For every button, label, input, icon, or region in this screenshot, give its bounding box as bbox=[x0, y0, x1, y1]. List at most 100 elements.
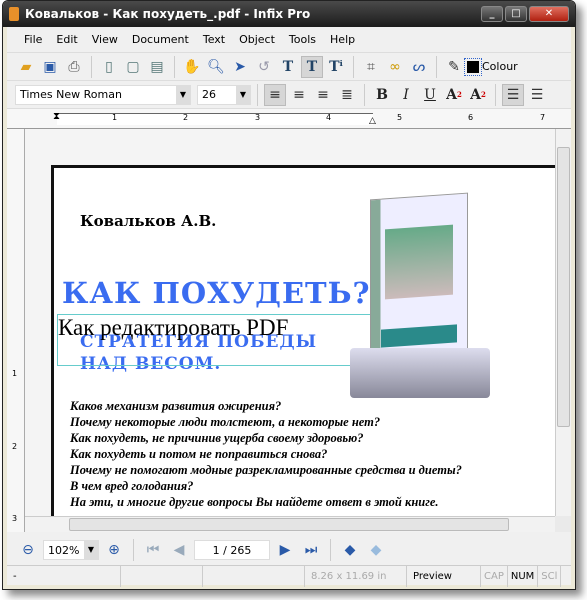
justify-icon[interactable]: ≣ bbox=[336, 84, 358, 106]
eyedropper-icon[interactable]: ✎ bbox=[443, 56, 465, 78]
scroll-thumb[interactable] bbox=[557, 147, 570, 427]
chevron-down-icon[interactable]: ▼ bbox=[84, 541, 98, 559]
edited-text[interactable]: Как редактировать PDF bbox=[58, 315, 288, 341]
page-icon[interactable]: ▢ bbox=[122, 56, 144, 78]
menu-view[interactable]: View bbox=[85, 33, 125, 46]
zoom-in-icon[interactable]: ⊕ bbox=[103, 539, 125, 561]
question-line: Почему некоторые люди толстеют, а некото… bbox=[70, 415, 381, 429]
headline: КАК ПОХУДЕТЬ? bbox=[62, 276, 371, 310]
document-view[interactable]: Ковальков А.В. КАК ПОХУДЕТЬ? СТРАТЕГИЯ П… bbox=[25, 129, 555, 516]
horizontal-scrollbar[interactable] bbox=[25, 516, 555, 532]
menu-edit[interactable]: Edit bbox=[49, 33, 84, 46]
path-icon[interactable]: ᔕ bbox=[408, 56, 430, 78]
next-page-icon[interactable]: ▶ bbox=[274, 539, 296, 561]
previous-page-icon[interactable]: ◀ bbox=[168, 539, 190, 561]
font-value: Times New Roman bbox=[20, 88, 122, 101]
align-right-icon[interactable]: ≡ bbox=[312, 84, 334, 106]
page-size: 8.26 x 11.69 in bbox=[305, 566, 407, 587]
ruler-label: 1 bbox=[112, 113, 118, 122]
question-line: Почему не помогают модные разрекламирова… bbox=[70, 463, 462, 477]
superscript-icon[interactable]: A2 bbox=[443, 84, 465, 106]
status-bar: - 8.26 x 11.69 in Preview CAP NUM SCl bbox=[7, 565, 571, 587]
italic-icon[interactable]: I bbox=[395, 84, 417, 106]
ruler-label: 4 bbox=[326, 113, 332, 122]
menu-help[interactable]: Help bbox=[323, 33, 362, 46]
status-field: - bbox=[7, 566, 121, 587]
horizontal-ruler[interactable]: 1 2 3 4 5 6 7 ⧗ △ bbox=[7, 109, 571, 129]
pdf-page: Ковальков А.В. КАК ПОХУДЕТЬ? СТРАТЕГИЯ П… bbox=[51, 165, 555, 516]
add-text-icon[interactable]: T bbox=[301, 55, 323, 78]
title-bar: Ковальков - Как похудеть_.pdf - Infix Pr… bbox=[3, 1, 575, 27]
forward-icon[interactable]: ◆ bbox=[365, 539, 387, 561]
text-numbering-icon[interactable]: Tⁱ bbox=[325, 56, 347, 78]
menu-file[interactable]: File bbox=[17, 33, 49, 46]
caps-indicator: CAP bbox=[481, 566, 508, 587]
subscript-icon[interactable]: A2 bbox=[467, 84, 489, 106]
page-options-icon[interactable]: ▤ bbox=[146, 56, 168, 78]
questions-list: Каков механизм развития ожирения? Почему… bbox=[70, 398, 462, 510]
link-icon[interactable]: ∞ bbox=[384, 56, 406, 78]
scroll-thumb[interactable] bbox=[69, 518, 509, 531]
font-size-value: 26 bbox=[202, 88, 216, 101]
open-icon[interactable]: ▰ bbox=[15, 56, 37, 78]
text-tool-icon[interactable]: T bbox=[277, 56, 299, 78]
ruler-label: 7 bbox=[540, 113, 546, 122]
hand-icon[interactable]: ✋ bbox=[181, 56, 203, 78]
chevron-down-icon[interactable]: ▼ bbox=[176, 85, 190, 104]
zoom-icon[interactable]: 🔍︎ bbox=[205, 56, 227, 78]
num-indicator: NUM bbox=[508, 566, 539, 587]
vertical-scrollbar[interactable] bbox=[555, 129, 571, 516]
question-line: На эти, и многие другие вопросы Вы найде… bbox=[70, 495, 439, 509]
right-margin-marker[interactable]: △ bbox=[369, 116, 376, 126]
view-mode: Preview bbox=[407, 566, 481, 587]
book-cover-image bbox=[370, 192, 468, 370]
font-select[interactable]: Times New Roman ▼ bbox=[15, 84, 191, 105]
save-icon[interactable]: ▣ bbox=[39, 56, 61, 78]
ruler-label: 3 bbox=[255, 113, 261, 122]
app-logo-icon bbox=[9, 7, 19, 21]
bold-icon[interactable]: B bbox=[371, 84, 393, 106]
format-toolbar: Times New Roman ▼ 26 ▼ ≡ ≡ ≡ ≣ B I U A2 A2… bbox=[7, 81, 571, 109]
colour-button[interactable]: Colour bbox=[464, 57, 518, 76]
first-page-icon[interactable]: ⏮ bbox=[142, 539, 164, 561]
question-line: В чем вред голодания? bbox=[70, 479, 194, 493]
text-edit-box[interactable]: Как редактировать PDF bbox=[57, 314, 371, 366]
menu-text[interactable]: Text bbox=[196, 33, 232, 46]
chevron-down-icon[interactable]: ▼ bbox=[236, 85, 250, 104]
indent-marker[interactable]: ⧗ bbox=[53, 111, 60, 122]
last-page-icon[interactable]: ⏭ bbox=[300, 539, 322, 561]
new-page-icon[interactable]: ▯ bbox=[98, 56, 120, 78]
page-number-input[interactable]: 1 / 265 bbox=[194, 540, 270, 560]
line-spacing-icon[interactable]: ☰ bbox=[502, 83, 524, 106]
app-window: Ковальков - Как похудеть_.pdf - Infix Pr… bbox=[2, 0, 576, 590]
pointer-icon[interactable]: ➤ bbox=[229, 56, 251, 78]
back-icon[interactable]: ◆ bbox=[339, 539, 361, 561]
ruler-label: 3 bbox=[12, 514, 18, 523]
ruler-label: 2 bbox=[12, 442, 18, 451]
minimize-button[interactable]: _ bbox=[481, 6, 503, 22]
align-left-icon[interactable]: ≡ bbox=[264, 83, 286, 106]
zoom-value: 102% bbox=[48, 543, 80, 557]
font-size-select[interactable]: 26 ▼ bbox=[197, 84, 251, 105]
zoom-out-icon[interactable]: ⊖ bbox=[17, 539, 39, 561]
ruler-label: 2 bbox=[183, 113, 189, 122]
menu-document[interactable]: Document bbox=[125, 33, 196, 46]
print-icon[interactable]: ⎙ bbox=[63, 56, 85, 78]
paragraph-spacing-icon[interactable]: ☰ bbox=[526, 84, 548, 106]
maximize-button[interactable]: □ bbox=[505, 6, 527, 22]
main-toolbar: ▰ ▣ ⎙ ▯ ▢ ▤ ✋ 🔍︎ ➤ ↺ T T Tⁱ ⌗ ∞ ᔕ ✎ Colo… bbox=[7, 53, 571, 81]
rotate-icon[interactable]: ↺ bbox=[253, 56, 275, 78]
close-button[interactable]: ✕ bbox=[529, 6, 569, 22]
align-center-icon[interactable]: ≡ bbox=[288, 84, 310, 106]
vertical-ruler[interactable]: 1 2 3 bbox=[7, 129, 25, 532]
underline-icon[interactable]: U bbox=[419, 84, 441, 106]
ruler-label: 5 bbox=[397, 113, 403, 122]
question-line: Каков механизм развития ожирения? bbox=[70, 399, 282, 413]
page-number: 1 / 265 bbox=[212, 543, 252, 557]
zoom-select[interactable]: 102% ▼ bbox=[43, 540, 99, 560]
crop-icon[interactable]: ⌗ bbox=[360, 56, 382, 78]
navigation-toolbar: ⊖ 102% ▼ ⊕ ⏮ ◀ 1 / 265 ▶ ⏭ ◆ ◆ bbox=[7, 535, 571, 565]
book-stack-image bbox=[350, 348, 490, 398]
menu-tools[interactable]: Tools bbox=[282, 33, 323, 46]
menu-object[interactable]: Object bbox=[232, 33, 282, 46]
